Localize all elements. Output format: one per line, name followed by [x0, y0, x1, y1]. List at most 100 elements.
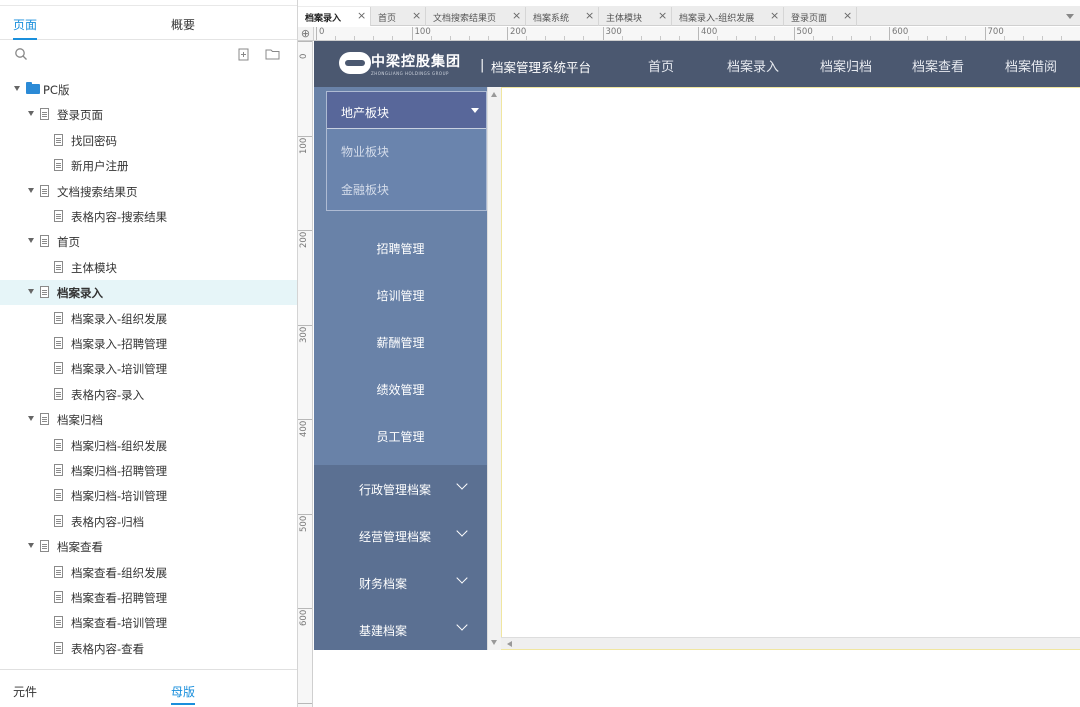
- close-icon[interactable]: ×: [585, 9, 594, 22]
- page-icon: [54, 159, 63, 172]
- search-icon[interactable]: [14, 47, 28, 61]
- tree-page[interactable]: 表格内容-归档: [0, 509, 297, 534]
- chevron-down-icon: [456, 525, 468, 537]
- page-icon: [54, 311, 63, 324]
- sidebar-item-employees[interactable]: 员工管理: [314, 414, 487, 460]
- dropdown-option-finance[interactable]: 金融板块: [341, 181, 389, 198]
- page-icon: [40, 108, 49, 121]
- add-page-icon[interactable]: [238, 48, 250, 61]
- scroll-down-icon[interactable]: [491, 640, 497, 645]
- page-icon: [54, 591, 63, 603]
- sidebar-item-recruitment[interactable]: 招聘管理: [314, 226, 487, 272]
- tree-page[interactable]: 登录页面: [0, 102, 297, 127]
- tab-widgets[interactable]: 元件: [13, 683, 37, 700]
- dropdown-option-property[interactable]: 物业板块: [341, 143, 389, 160]
- add-folder-icon[interactable]: [265, 48, 280, 60]
- tree-page[interactable]: 档案归档-组织发展: [0, 433, 297, 458]
- horizontal-scrollbar[interactable]: [501, 637, 1080, 650]
- tab-overflow-icon[interactable]: [1066, 14, 1074, 19]
- tree-page[interactable]: 档案查看-培训管理: [0, 610, 297, 635]
- tree-page[interactable]: 档案查看-招聘管理: [0, 585, 297, 610]
- nav-archive-entry[interactable]: 档案录入: [727, 56, 779, 75]
- nav-archive-filing[interactable]: 档案归档: [820, 56, 872, 75]
- tree-page[interactable]: 主体模块: [0, 255, 297, 280]
- tree-page[interactable]: 新用户注册: [0, 153, 297, 178]
- close-icon[interactable]: ×: [357, 9, 366, 22]
- close-icon[interactable]: ×: [512, 9, 521, 22]
- tree-page[interactable]: 找回密码: [0, 128, 297, 153]
- doc-tab-label: 主体模块: [606, 14, 643, 24]
- logo-subtext: ZHONGLIANG HOLDINGS GROUP: [371, 71, 449, 76]
- accordion-label: 行政管理档案: [359, 483, 432, 497]
- tree-page[interactable]: 档案归档: [0, 407, 297, 432]
- tab-overview[interactable]: 概要: [171, 16, 195, 33]
- expand-arrow-icon[interactable]: [14, 86, 20, 91]
- close-icon[interactable]: ×: [412, 9, 421, 22]
- tree-page[interactable]: 表格内容-查看: [0, 636, 297, 661]
- accordion-finance-archives[interactable]: 财务档案: [314, 559, 487, 606]
- dropdown-selected[interactable]: 地产板块: [327, 92, 486, 129]
- expand-arrow-icon[interactable]: [28, 111, 34, 117]
- ruler-minor-tick: [335, 36, 337, 40]
- panel-tabs: 页面 概要: [0, 6, 297, 40]
- expand-arrow-icon[interactable]: [28, 543, 34, 549]
- close-icon[interactable]: ×: [843, 9, 852, 22]
- expand-arrow-icon[interactable]: [28, 238, 34, 244]
- nav-archive-borrow[interactable]: 档案借阅: [1005, 56, 1057, 75]
- close-icon[interactable]: ×: [658, 9, 667, 22]
- tree-page[interactable]: 档案录入: [0, 280, 297, 306]
- page-icon: [40, 413, 49, 426]
- tree-page[interactable]: 表格内容-录入: [0, 382, 297, 407]
- ruler-tick: [984, 27, 986, 40]
- tree-page[interactable]: 档案录入-招聘管理: [0, 331, 297, 356]
- scroll-up-icon[interactable]: [491, 92, 497, 97]
- tab-pages[interactable]: 页面: [13, 16, 38, 40]
- doc-tab[interactable]: 档案系统 ×: [526, 7, 599, 26]
- sector-dropdown[interactable]: 地产板块 物业板块 金融板块: [326, 91, 487, 211]
- ruler-minor-tick: [831, 36, 833, 40]
- tree-page[interactable]: 档案录入-培训管理: [0, 356, 297, 381]
- accordion-business-archives[interactable]: 经营管理档案: [314, 512, 487, 559]
- tree-page[interactable]: 文档搜索结果页: [0, 179, 297, 204]
- accordion-admin-archives[interactable]: 行政管理档案: [314, 465, 487, 512]
- tree-page[interactable]: 档案查看-组织发展: [0, 560, 297, 585]
- doc-tab[interactable]: 首页 ×: [371, 7, 426, 26]
- nav-archive-view[interactable]: 档案查看: [912, 56, 964, 75]
- accordion-label: 经营管理档案: [359, 530, 432, 544]
- expand-arrow-icon[interactable]: [28, 289, 34, 295]
- tree-label: 主体模块: [71, 260, 117, 275]
- expand-arrow-icon[interactable]: [28, 187, 34, 193]
- tree-label: 档案归档-培训管理: [71, 489, 168, 504]
- tree-page[interactable]: 档案查看: [0, 534, 297, 559]
- tree-label: 档案查看-组织发展: [71, 565, 168, 580]
- tree-page[interactable]: 档案归档-培训管理: [0, 483, 297, 508]
- tree-page[interactable]: 表格内容-搜索结果: [0, 204, 297, 229]
- doc-tab[interactable]: 档案录入 ×: [298, 7, 371, 26]
- sidebar-item-performance[interactable]: 绩效管理: [314, 367, 487, 413]
- doc-tab[interactable]: 文档搜索结果页 ×: [426, 7, 526, 26]
- vertical-scrollbar[interactable]: [487, 87, 501, 650]
- folder-icon: [26, 82, 40, 94]
- sidebar-item-training[interactable]: 培训管理: [314, 273, 487, 319]
- scroll-left-icon[interactable]: [507, 641, 512, 647]
- pages-panel: 页面 概要 PC版 登录页面找回密码新用户注册 文档搜索结果页 表格内容-搜索结果 首页…: [0, 0, 298, 707]
- doc-tab[interactable]: 登录页面 ×: [784, 7, 857, 26]
- sidebar-item-compensation[interactable]: 薪酬管理: [314, 320, 487, 366]
- chevron-down-icon: [456, 478, 468, 490]
- doc-tab[interactable]: 主体模块 ×: [599, 7, 672, 26]
- tree-page[interactable]: 档案录入-组织发展: [0, 306, 297, 331]
- expand-arrow-icon[interactable]: [28, 416, 34, 422]
- tab-masters[interactable]: 母版: [171, 683, 196, 705]
- accordion-construction-archives[interactable]: 基建档案: [314, 606, 487, 653]
- ruler-minor-tick: [487, 36, 489, 40]
- ruler-minor-tick: [812, 36, 814, 40]
- nav-home[interactable]: 首页: [648, 56, 674, 75]
- tree-page[interactable]: 档案归档-招聘管理: [0, 458, 297, 483]
- doc-tab[interactable]: 档案录入-组织发展 ×: [672, 7, 784, 26]
- tree-page[interactable]: 首页: [0, 229, 297, 254]
- ruler-origin-icon[interactable]: ⊕: [298, 27, 314, 41]
- close-icon[interactable]: ×: [770, 9, 779, 22]
- tree-folder[interactable]: PC版: [0, 77, 297, 102]
- tree-label: 找回密码: [71, 133, 117, 148]
- design-canvas[interactable]: 中梁控股集团 ZHONGLIANG HOLDINGS GROUP | 档案管理系…: [314, 41, 1080, 707]
